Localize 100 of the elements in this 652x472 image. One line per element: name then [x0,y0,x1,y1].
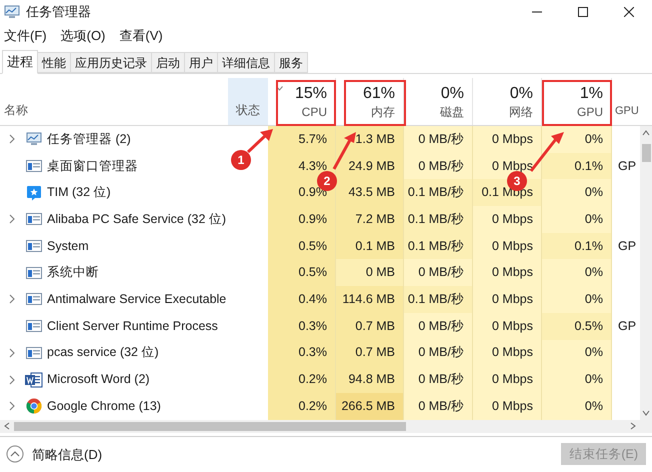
table-cell: 0% [542,126,612,153]
table-cell: 0 MB/秒 [404,312,473,340]
window-icon [26,160,42,172]
column-header[interactable]: CPU [302,104,327,120]
table-cell: 0% [542,179,612,206]
menu-item[interactable]: 选项(O) [60,26,106,46]
table-cell: 0 Mbps [473,392,542,420]
fewer-details-link[interactable]: 简略信息(D) [32,444,102,464]
column-total: 0% [440,84,464,104]
highlight-frame [276,80,336,126]
process-name: TIM (32 位) [47,184,111,202]
sort-caret-icon [276,86,283,91]
table-cell: 0 Mbps [473,259,542,286]
window-icon [26,213,42,226]
column-header[interactable]: GPU [576,104,603,120]
table-cell: 0.2% [268,366,336,393]
table-cell: 0.1 MB [336,232,404,260]
process-name: 任务管理器 (2) [47,130,131,148]
column-total: 0% [510,84,533,104]
table-cell: 0 Mbps [473,286,542,313]
table-cell: 0.2% [268,392,336,420]
scroll-right-icon[interactable] [628,422,638,430]
scroll-up-icon[interactable] [642,130,650,136]
expand-chevron-icon[interactable] [9,134,15,144]
table-cell: 0.9% [268,206,336,233]
column-total: 1% [580,84,603,104]
column-header[interactable]: GPU [615,102,639,119]
star-chat-icon [26,184,42,201]
scroll-down-icon[interactable] [642,410,650,416]
expand-chevron-icon[interactable] [9,214,15,224]
menu-item[interactable]: 文件(F) [4,26,47,46]
vertical-scrollbar[interactable] [640,126,652,420]
tab[interactable]: 启动 [152,52,185,73]
highlight-frame [344,80,406,126]
table-cell: 0.3% [268,340,336,366]
tab[interactable]: 性能 [38,52,71,73]
table-cell: 0.1 MB/秒 [404,179,473,206]
table-cell: 0% [542,286,612,313]
table-cell: 0 MB [336,259,404,286]
column-header[interactable]: 名称 [4,101,28,119]
window-icon [26,320,42,332]
table-cell: 0.5% [542,312,612,340]
app-icon [4,5,20,19]
table-cell: 0.5% [268,232,336,260]
table-cell: 0.1 MB/秒 [404,286,473,313]
column-header[interactable]: 网络 [509,104,533,120]
table-cell: 0.7 MB [336,340,404,366]
table-cell: 0 MB/秒 [404,126,473,153]
column-header[interactable]: 状态 [228,78,268,125]
process-name: Google Chrome (13) [47,398,161,415]
table-cell: 0.5% [268,259,336,286]
collapse-icon[interactable] [6,445,24,464]
table-cell: 0 Mbps [473,366,542,393]
process-name: Microsoft Word (2) [47,371,150,388]
tab[interactable]: 应用历史记录 [71,52,152,73]
table-cell: 0 Mbps [473,126,542,153]
maximize-icon [578,7,588,17]
expand-chevron-icon[interactable] [9,374,15,385]
table-cell: 0.1% [542,152,612,180]
table-cell: 0% [542,340,612,366]
scroll-thumb[interactable] [14,422,406,431]
table-cell: 114.6 MB [336,286,404,313]
process-name: pcas service (32 位) [47,344,159,362]
window-icon [26,266,42,279]
table-cell-text: GP [618,318,636,335]
step-number: 1 [231,150,251,170]
table-cell: 0% [542,392,612,420]
expand-chevron-icon[interactable] [9,294,15,304]
table-cell: 0% [542,366,612,393]
column-header[interactable]: 磁盘 [440,104,464,120]
table-cell: 0.1 MB/秒 [404,206,473,233]
process-name: System [47,238,89,255]
document-icon [25,372,43,388]
tab[interactable]: 用户 [185,52,218,73]
column-total: 15% [294,84,327,104]
arrow [246,128,274,154]
column-total: 61% [362,84,395,104]
process-name: 系统中断 [47,264,99,282]
table-cell: 0 MB/秒 [404,366,473,393]
tab[interactable]: 详细信息 [218,52,275,73]
table-cell: 0 Mbps [473,312,542,340]
table-cell: 0% [542,206,612,233]
close-icon [624,7,634,17]
table-cell: 94.8 MB [336,366,404,393]
table-cell-text: GP [618,158,636,175]
horizontal-scrollbar[interactable] [0,420,652,433]
table-cell: 24.9 MB [336,152,404,180]
scroll-left-icon[interactable] [2,422,12,430]
menu-item[interactable]: 查看(V) [119,26,163,46]
tab[interactable]: 服务 [275,52,308,73]
expand-chevron-icon[interactable] [9,348,15,358]
scroll-thumb[interactable] [642,144,650,162]
expand-chevron-icon[interactable] [9,401,15,412]
highlight-frame [542,80,612,126]
column-header[interactable]: 内存 [371,104,395,120]
tab[interactable]: 进程 [2,50,38,74]
process-name: 桌面窗口管理器 [47,158,138,175]
window-title: 任务管理器 [26,3,91,22]
table-cell: 0.7 MB [336,312,404,340]
table-cell: 0 MB/秒 [404,392,473,420]
